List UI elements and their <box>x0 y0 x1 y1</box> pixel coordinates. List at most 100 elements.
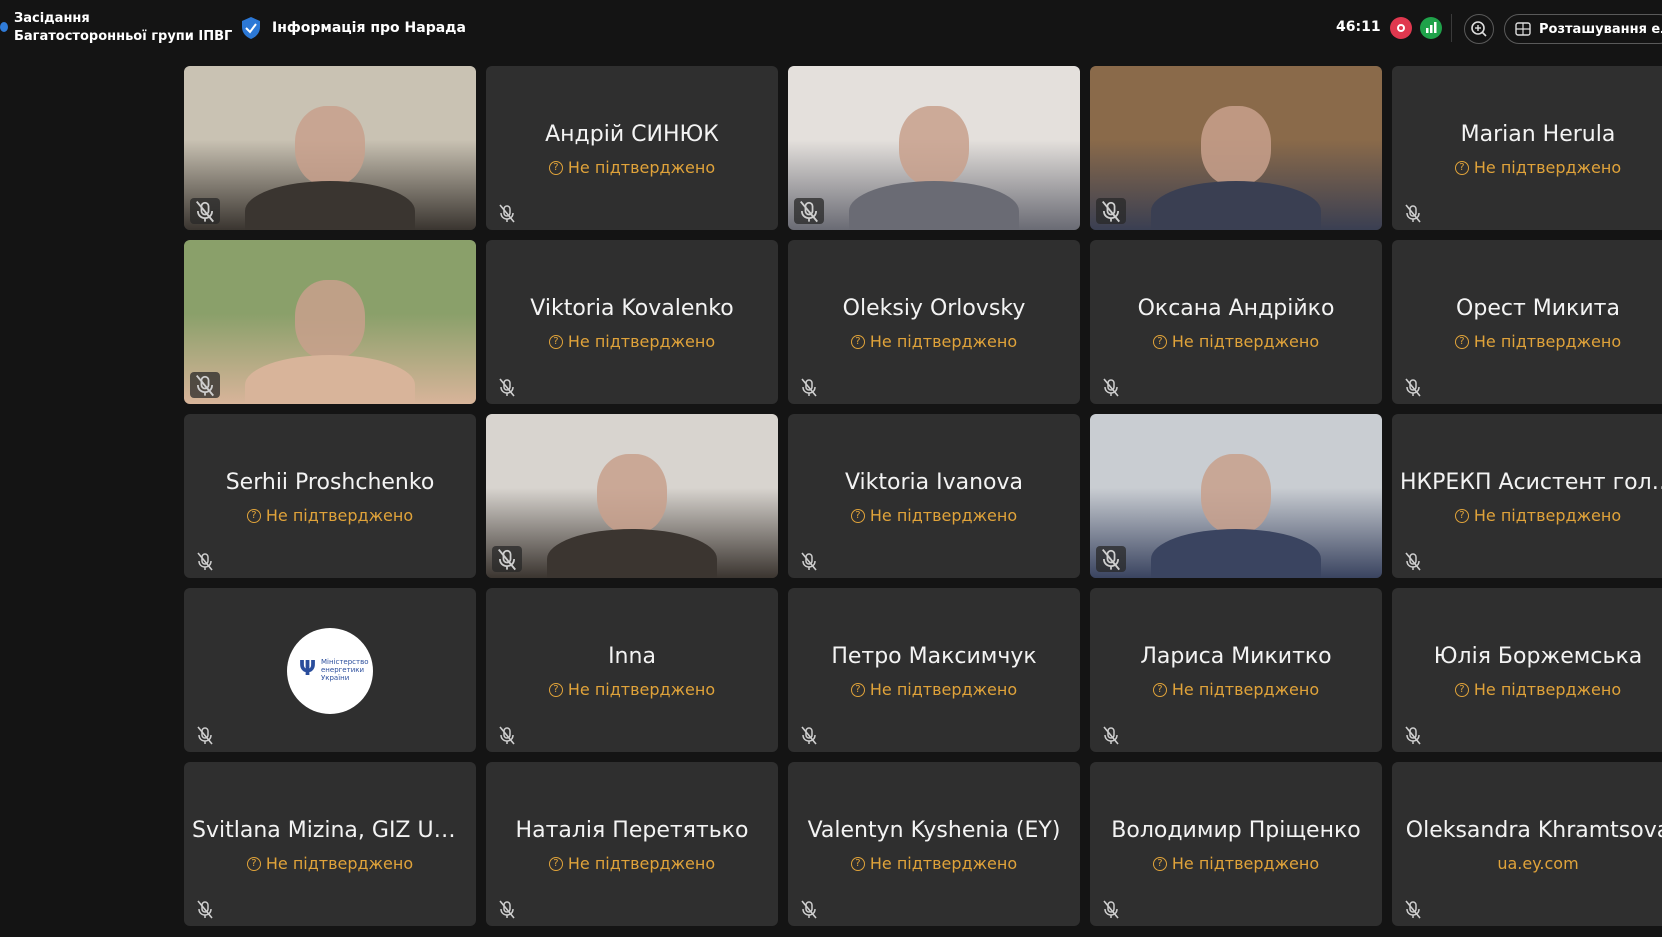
participant-status: ? Не підтверджено <box>1392 506 1662 525</box>
meeting-timer: 46:11 <box>1336 19 1381 35</box>
participant-tile[interactable]: Oleksiy Orlovsky? Не підтверджено <box>788 240 1080 404</box>
participant-status-text: Не підтверджено <box>567 854 716 873</box>
participant-name: НКРЕКП Асистент голови <box>1400 470 1662 495</box>
mic-off-icon <box>1096 546 1126 572</box>
participant-video <box>1090 414 1382 578</box>
meeting-header: Засідання Багатосторонньої групи ІПВГ Ін… <box>0 0 1662 58</box>
participant-tile[interactable]: Лариса Микитко? Не підтверджено <box>1090 588 1382 752</box>
participant-silhouette <box>295 106 365 186</box>
meeting-info-button[interactable]: Інформація про Нарада <box>240 16 466 40</box>
participant-tile[interactable]: Наталія Перетятько? Не підтверджено <box>486 762 778 926</box>
shield-icon <box>242 17 260 39</box>
participant-name: Наталія Перетятько <box>515 818 749 843</box>
mic-off-icon <box>794 198 824 224</box>
layout-button-label: Розташування ел <box>1539 21 1662 37</box>
mic-off-icon <box>190 198 220 224</box>
participant-tile[interactable]: Svitlana Mizina, GIZ Ukra...? Не підтверд… <box>184 762 476 926</box>
question-icon: ? <box>1152 334 1167 349</box>
participant-status-text: Не підтверджено <box>1473 158 1622 177</box>
teams-logo-icon <box>0 22 8 32</box>
mic-off-icon <box>1405 204 1421 223</box>
participant-tile[interactable]: Viktoria Kovalenko? Не підтверджено <box>486 240 778 404</box>
mic-off-icon <box>197 900 213 919</box>
question-icon: ? <box>850 682 865 697</box>
participant-status: ? Не підтверджено <box>1090 680 1382 699</box>
question-icon: ? <box>548 334 563 349</box>
participant-status-text: Не підтверджено <box>1171 332 1320 351</box>
mic-off-icon <box>1405 378 1421 397</box>
participant-name: Юлія Боржемська <box>1433 644 1643 669</box>
zoom-icon <box>1471 21 1487 37</box>
participant-status: ? Не підтверджено <box>1392 332 1662 351</box>
participant-tile[interactable] <box>788 66 1080 230</box>
participant-video <box>788 66 1080 230</box>
participant-tile[interactable]: Viktoria Ivanova? Не підтверджено <box>788 414 1080 578</box>
participant-tile[interactable]: Петро Максимчук? Не підтверджено <box>788 588 1080 752</box>
participant-status: ? Не підтверджено <box>486 680 778 699</box>
participant-video <box>1090 66 1382 230</box>
participant-tile[interactable] <box>184 240 476 404</box>
mic-off-icon <box>1103 726 1119 745</box>
participant-silhouette <box>295 280 365 360</box>
participant-name: Володимир Пріщенко <box>1111 818 1361 843</box>
mic-off-icon <box>1103 378 1119 397</box>
meeting-info-label: Інформація про Нарада <box>272 20 466 36</box>
mic-off-icon <box>492 546 522 572</box>
mic-off-icon <box>1096 198 1126 224</box>
mic-off-icon <box>190 372 220 398</box>
participant-tile[interactable] <box>486 414 778 578</box>
question-icon: ? <box>1152 682 1167 697</box>
mic-off-icon <box>801 378 817 397</box>
question-icon: ? <box>548 682 563 697</box>
participant-status-text: Не підтверджено <box>869 506 1018 525</box>
question-icon: ? <box>246 508 261 523</box>
trident-icon: Ψ <box>299 656 316 680</box>
participant-tile[interactable]: Oleksandra Khramtsova ua.ey.com <box>1392 762 1662 926</box>
participant-body <box>1151 529 1321 578</box>
participant-status-text: Не підтверджено <box>869 680 1018 699</box>
participant-tile[interactable]: Serhii Proshchenko? Не підтверджено <box>184 414 476 578</box>
participant-name: Оксана Андрійко <box>1137 296 1335 321</box>
participant-body <box>245 355 415 404</box>
participant-tile[interactable]: Valentyn Kyshenia (EY)? Не підтверджено <box>788 762 1080 926</box>
question-icon: ? <box>548 160 563 175</box>
zoom-button[interactable] <box>1464 14 1494 44</box>
participant-status: ? Не підтверджено <box>486 158 778 177</box>
participant-tile[interactable]: Юлія Боржемська? Не підтверджено <box>1392 588 1662 752</box>
layout-button[interactable]: Розташування ел <box>1504 14 1662 44</box>
meeting-title: Засідання Багатосторонньої групи ІПВГ <box>14 10 232 46</box>
participant-silhouette <box>899 106 969 186</box>
participant-video <box>184 240 476 404</box>
participant-name: Viktoria Kovalenko <box>530 296 734 321</box>
participant-status: ? Не підтверджено <box>788 680 1080 699</box>
participant-name: Valentyn Kyshenia (EY) <box>807 818 1061 843</box>
participant-name: Орест Микита <box>1456 296 1620 321</box>
participant-video <box>486 414 778 578</box>
record-icon[interactable] <box>1390 17 1412 39</box>
participant-body <box>245 181 415 230</box>
participant-tile[interactable]: Inna? Не підтверджено <box>486 588 778 752</box>
mic-off-icon <box>499 726 515 745</box>
ministry-logo-avatar: Ψ Міністерство енергетики України <box>287 628 373 714</box>
participant-tile[interactable]: Оксана Андрійко? Не підтверджено <box>1090 240 1382 404</box>
participant-tile[interactable] <box>1090 414 1382 578</box>
participant-tile[interactable] <box>1090 66 1382 230</box>
participant-tile[interactable]: Marian Herula? Не підтверджено <box>1392 66 1662 230</box>
layout-icon <box>1515 22 1531 36</box>
participant-tile[interactable]: Володимир Пріщенко? Не підтверджено <box>1090 762 1382 926</box>
participant-status: ? Не підтверджено <box>1392 158 1662 177</box>
mic-off-icon <box>801 900 817 919</box>
participant-status-text: Не підтверджено <box>265 854 414 873</box>
participant-tile[interactable]: Андрій СИНЮК? Не підтверджено <box>486 66 778 230</box>
question-icon: ? <box>548 856 563 871</box>
signal-icon[interactable] <box>1420 17 1442 39</box>
participant-name: Петро Максимчук <box>831 644 1037 669</box>
participant-status-text: Не підтверджено <box>567 332 716 351</box>
participant-tile[interactable]: Орест Микита ? Не підтверджено <box>1392 240 1662 404</box>
question-icon: ? <box>1454 160 1469 175</box>
participant-silhouette <box>597 454 667 534</box>
mic-off-icon <box>197 726 213 745</box>
participant-tile[interactable] <box>184 66 476 230</box>
participant-tile[interactable]: НКРЕКП Асистент голови ? Не підтверджено <box>1392 414 1662 578</box>
participant-tile[interactable]: Ψ Міністерство енергетики України <box>184 588 476 752</box>
